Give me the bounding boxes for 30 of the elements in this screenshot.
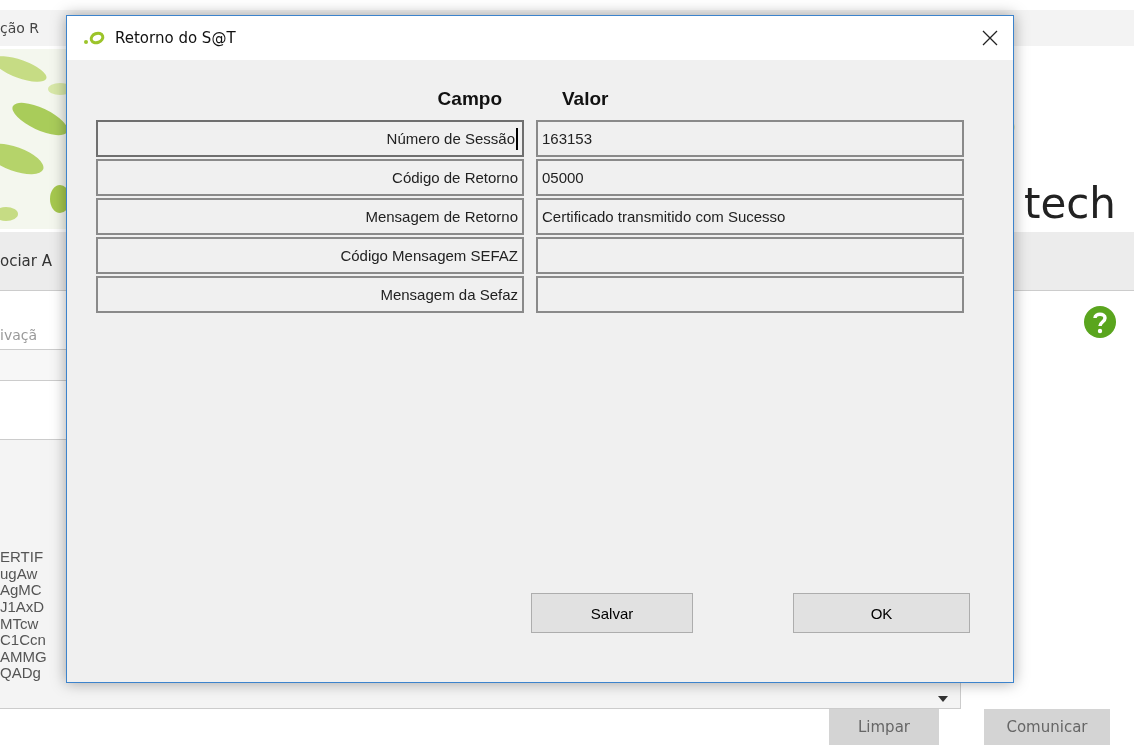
table-cell: Mensagem de Retorno xyxy=(96,198,524,235)
table-cell: Mensagem da Sefaz xyxy=(96,276,524,313)
column-header: Campo xyxy=(437,87,502,111)
table-cell: Código de Retorno xyxy=(96,159,524,196)
text-line: QADg xyxy=(0,665,42,682)
dialog-button[interactable]: Salvar xyxy=(531,593,693,633)
table-cell: Número de Sessão xyxy=(96,120,524,157)
dropdown-arrow-icon[interactable] xyxy=(938,696,948,702)
dialog-title: Retorno do S@T xyxy=(115,29,237,47)
text-line: C1Ccn xyxy=(0,632,47,649)
window-title: ção R xyxy=(0,20,40,36)
table-cell: 05000 xyxy=(536,159,964,196)
help-icon[interactable] xyxy=(1083,305,1117,339)
field-label: ivaçã xyxy=(0,327,39,343)
text-line: MTcw xyxy=(0,615,40,633)
table-cell: Código Mensagem SEFAZ xyxy=(96,237,524,274)
close-icon xyxy=(982,30,998,46)
dialog-button[interactable]: OK xyxy=(793,593,970,633)
tab[interactable]: ociar A xyxy=(0,252,52,270)
text-line: ugAw xyxy=(0,565,39,583)
text-line: AgMC xyxy=(0,582,43,600)
text-line: ERTIF xyxy=(0,549,45,566)
table-cell: Certificado transmitido com Sucesso xyxy=(536,198,964,235)
app-icon xyxy=(83,31,105,45)
logo-text: tech xyxy=(1023,180,1116,228)
text-line: J1AxD xyxy=(0,599,46,616)
text-line: AMMG xyxy=(0,648,48,666)
column-header: Valor xyxy=(562,87,609,111)
table-cell: 163153 xyxy=(536,120,964,157)
input-field[interactable] xyxy=(0,349,66,381)
